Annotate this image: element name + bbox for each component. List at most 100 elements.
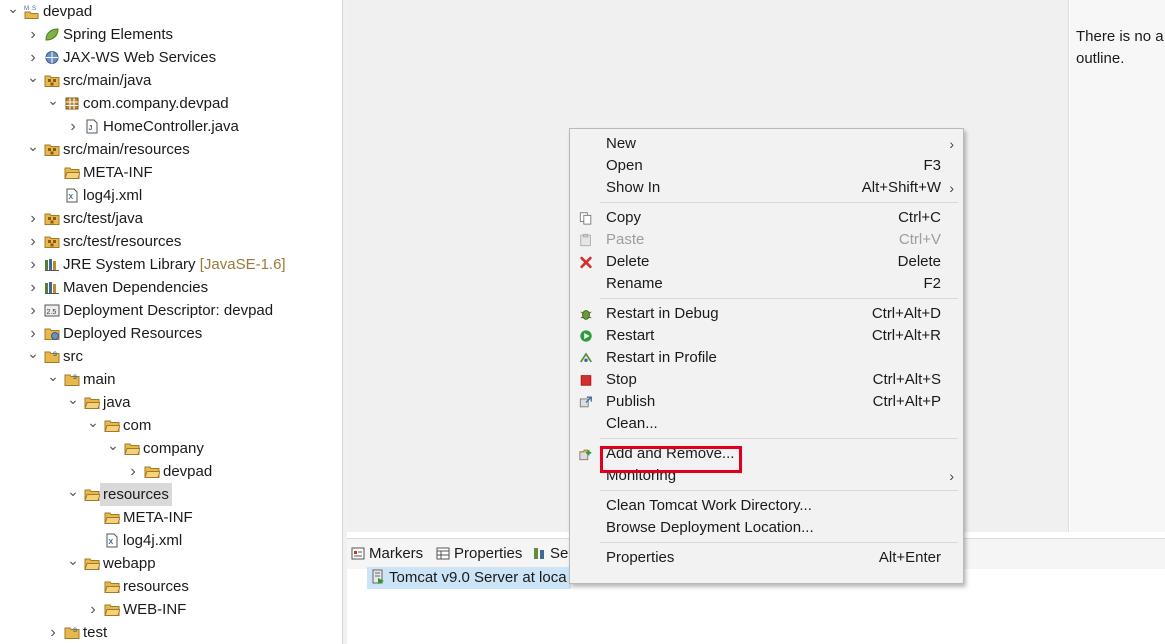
chevron-down-icon[interactable]: ⌄ <box>86 414 100 430</box>
menu-item-stop[interactable]: Stop Ctrl+Alt+S <box>570 369 963 391</box>
chevron-down-icon[interactable]: ⌄ <box>46 92 60 108</box>
chevron-down-icon[interactable]: ⌄ <box>66 391 80 407</box>
stop-icon <box>580 375 592 386</box>
menu-item-show-in[interactable]: Show In Alt+Shift+W › <box>570 177 963 199</box>
tab-servers-label: Se <box>550 545 569 562</box>
properties-icon <box>436 547 450 560</box>
menu-item-browse-deployment-location[interactable]: Browse Deployment Location... <box>570 517 963 539</box>
tree-item-text: log4j.xml <box>123 532 183 549</box>
menu-item-copy[interactable]: Copy Ctrl+C <box>570 207 963 229</box>
chevron-right-icon[interactable]: › <box>26 322 40 345</box>
tree-item-text: java <box>103 394 131 411</box>
folder-icon <box>64 167 80 179</box>
web-services-icon <box>45 51 59 64</box>
menu-item-open[interactable]: Open F3 <box>570 155 963 177</box>
src-folder-icon: S <box>64 627 80 639</box>
chevron-right-icon[interactable]: › <box>26 46 40 69</box>
menu-item-label: Paste <box>606 231 645 248</box>
folder-icon <box>84 489 100 501</box>
chevron-down-icon[interactable]: ⌄ <box>66 552 80 568</box>
chevron-right-icon[interactable]: › <box>46 621 60 644</box>
menu-item-publish[interactable]: Publish Ctrl+Alt+P <box>570 391 963 413</box>
src-folder-icon: S <box>44 351 60 363</box>
project-explorer-tree: ⌄ M Sdevpad › Spring Elements › JAX-WS Web Ser… <box>0 0 342 644</box>
tree-item-label: resources <box>100 483 172 506</box>
svg-text:J: J <box>89 125 93 132</box>
tree-item-label: META-INF <box>83 161 153 184</box>
menu-item-clean-tomcat-work-directory[interactable]: Clean Tomcat Work Directory... <box>570 495 963 517</box>
chevron-down-icon[interactable]: ⌄ <box>46 368 60 384</box>
tab-markers[interactable]: Markers <box>351 543 423 565</box>
delete-icon <box>580 256 592 269</box>
chevron-right-icon[interactable]: › <box>26 299 40 322</box>
menu-item-rename[interactable]: Rename F2 <box>570 273 963 295</box>
deployed-resources-icon <box>44 328 60 340</box>
copy-icon <box>579 212 592 225</box>
menu-item-label: Rename <box>606 275 663 292</box>
menu-item-label: Clean... <box>606 415 658 432</box>
menu-item-label: Stop <box>606 371 637 388</box>
menu-item-shortcut: Ctrl+V <box>898 231 941 248</box>
folder-icon <box>104 420 120 432</box>
tree-item-label: src/test/resources <box>63 230 181 253</box>
outline-message: There is no a outline. <box>1076 28 1164 67</box>
tab-properties[interactable]: Properties <box>436 543 522 565</box>
xml-file-icon: X <box>66 188 78 203</box>
svg-text:X: X <box>109 539 114 546</box>
svg-text:S: S <box>32 6 36 12</box>
tree-item-label: company <box>143 437 204 460</box>
menu-item-properties[interactable]: Properties Alt+Enter <box>570 547 963 569</box>
chevron-right-icon[interactable]: › <box>26 23 40 46</box>
menu-item-restart[interactable]: Restart Ctrl+Alt+R <box>570 325 963 347</box>
chevron-down-icon[interactable]: ⌄ <box>6 0 20 16</box>
outline-view: There is no a outline. <box>1070 0 1165 532</box>
tree-item-label: log4j.xml <box>123 529 182 552</box>
tab-servers[interactable]: Se <box>532 543 568 565</box>
folder-icon <box>84 558 100 570</box>
tree-item-label: Maven Dependencies <box>63 276 208 299</box>
chevron-down-icon[interactable]: ⌄ <box>26 69 40 85</box>
tree-item-label: src/main/resources <box>63 138 190 161</box>
menu-item-restart-in-debug[interactable]: Restart in Debug Ctrl+Alt+D <box>570 303 963 325</box>
chevron-down-icon[interactable]: ⌄ <box>66 483 80 499</box>
maven-project-icon: MS <box>24 6 39 19</box>
chevron-down-icon[interactable]: ⌄ <box>106 437 120 453</box>
submenu-arrow-icon: › <box>949 468 954 484</box>
menu-item-shortcut: Alt+Enter <box>878 549 941 566</box>
spring-leaf-icon <box>45 28 59 41</box>
menu-item-restart-in-profile[interactable]: Restart in Profile <box>570 347 963 369</box>
chevron-right-icon[interactable]: › <box>26 230 40 253</box>
menu-item-delete[interactable]: Delete Delete <box>570 251 963 273</box>
chevron-right-icon[interactable]: › <box>26 276 40 299</box>
folder-icon <box>104 581 120 593</box>
tree-item-text: WEB-INF <box>123 601 187 618</box>
chevron-down-icon[interactable]: ⌄ <box>26 345 40 361</box>
menu-item-new[interactable]: New › <box>570 133 963 155</box>
source-folder-icon <box>44 144 60 156</box>
tree-item-label: src/test/java <box>63 207 143 230</box>
context-menu: New › Open F3 Show In Alt+Shift+W › Copy Ctrl+C P… <box>569 128 964 584</box>
folder-icon <box>84 397 100 409</box>
chevron-right-icon[interactable]: › <box>126 460 140 483</box>
menu-item-shortcut: Ctrl+C <box>898 209 941 226</box>
chevron-right-icon[interactable]: › <box>26 207 40 230</box>
library-icon <box>45 282 59 294</box>
chevron-right-icon[interactable]: › <box>26 253 40 276</box>
tree-item-text: src/test/java <box>63 210 144 227</box>
svg-text:2.5: 2.5 <box>47 309 57 316</box>
tree-item-label: WEB-INF <box>123 598 186 621</box>
tree-item-text: Maven Dependencies <box>63 279 209 296</box>
tree-item-text: src/main/java <box>63 72 152 89</box>
chevron-down-icon[interactable]: ⌄ <box>26 138 40 154</box>
server-row-tomcat[interactable]: Tomcat v9.0 Server at loca <box>367 567 571 589</box>
menu-item-clean[interactable]: Clean... <box>570 413 963 435</box>
tree-item-text: src <box>63 348 83 365</box>
folder-icon <box>104 604 120 616</box>
chevron-right-icon[interactable]: › <box>86 598 100 621</box>
folder-icon <box>104 512 120 524</box>
chevron-right-icon[interactable]: › <box>66 115 80 138</box>
tree-item-label: devpad <box>163 460 212 483</box>
svg-text:M: M <box>24 6 29 12</box>
svg-text:S: S <box>73 375 77 381</box>
submenu-arrow-icon: › <box>949 136 954 152</box>
